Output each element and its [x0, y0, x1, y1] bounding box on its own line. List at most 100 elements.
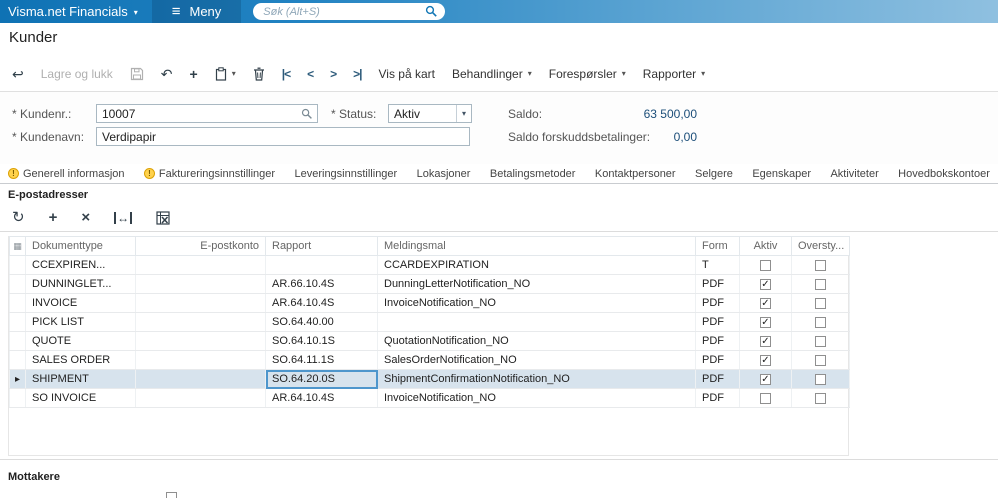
overstyr-checkbox[interactable]	[815, 392, 826, 404]
export-excel-button[interactable]	[156, 210, 170, 225]
fit-width-button[interactable]: ↔	[114, 211, 133, 224]
search-icon[interactable]	[425, 5, 438, 18]
cell-dokumenttype[interactable]: SHIPMENT	[25, 369, 136, 389]
overstyr-checkbox[interactable]	[815, 335, 826, 347]
cell-epostkonto[interactable]	[135, 255, 266, 275]
copy-paste-button[interactable]: ▾	[215, 66, 236, 81]
tab-betalingsmetoder[interactable]: Betalingsmetoder	[490, 168, 576, 180]
cell-epostkonto[interactable]	[135, 331, 266, 351]
grid-delete-button[interactable]: ×	[81, 210, 90, 225]
overstyr-checkbox[interactable]	[815, 373, 826, 385]
overstyr-checkbox[interactable]	[815, 354, 826, 366]
cell-meldingsmal[interactable]: CCARDEXPIRATION	[377, 255, 696, 275]
back-button[interactable]: ↩	[12, 67, 24, 81]
cell-form[interactable]: PDF	[695, 388, 740, 408]
brand-menu[interactable]: Visma.net Financials ▾	[8, 4, 138, 19]
aktiv-checkbox[interactable]: ✓	[760, 335, 771, 347]
cell-epostkonto[interactable]	[135, 293, 266, 313]
cell-epostkonto[interactable]	[135, 388, 266, 408]
cell-epostkonto[interactable]	[135, 274, 266, 294]
column-header-e-postkonto[interactable]: E-postkonto	[135, 236, 266, 256]
tab-lokasjoner[interactable]: Lokasjoner	[417, 168, 471, 180]
aktiv-checkbox[interactable]: ✓	[760, 316, 771, 328]
cell-meldingsmal[interactable]: DunningLetterNotification_NO	[377, 274, 696, 294]
aktiv-checkbox[interactable]: ✓	[760, 373, 771, 385]
aktiv-checkbox[interactable]: ✓	[760, 354, 771, 366]
overstyr-checkbox[interactable]	[815, 316, 826, 328]
cell-rapport[interactable]: SO.64.11.1S	[265, 350, 378, 370]
tab-faktureringsinnstillinger[interactable]: ! Faktureringsinnstillinger	[143, 168, 275, 180]
cell-form[interactable]: PDF	[695, 312, 740, 332]
cell-dokumenttype[interactable]: QUOTE	[25, 331, 136, 351]
row-selector[interactable]	[9, 388, 26, 408]
partial-checkbox[interactable]	[166, 492, 177, 498]
cell-dokumenttype[interactable]: SALES ORDER	[25, 350, 136, 370]
row-selector[interactable]	[9, 255, 26, 275]
aktiv-checkbox[interactable]	[760, 392, 771, 404]
cell-form[interactable]: PDF	[695, 369, 740, 389]
tab-hovedbokskontoer[interactable]: Hovedbokskontoer	[898, 168, 990, 180]
cell-form[interactable]: PDF	[695, 331, 740, 351]
cell-rapport[interactable]: AR.64.10.4S	[265, 388, 378, 408]
cell-dokumenttype[interactable]: PICK LIST	[25, 312, 136, 332]
column-header-dokumenttype[interactable]: Dokumenttype	[25, 236, 136, 256]
aktiv-checkbox[interactable]	[760, 259, 771, 271]
table-row[interactable]: CCEXPIREN... CCARDEXPIRATION T	[9, 255, 850, 275]
cell-meldingsmal[interactable]	[377, 312, 696, 332]
row-selector[interactable]	[9, 312, 26, 332]
tab-kontaktpersoner[interactable]: Kontaktpersoner	[595, 168, 676, 180]
add-record-button[interactable]: +	[190, 67, 198, 81]
behandlinger-menu[interactable]: Behandlinger ▾	[452, 67, 532, 81]
nav-last-button[interactable]: >|	[353, 67, 362, 81]
column-header-meldingsmal[interactable]: Meldingsmal	[377, 236, 696, 256]
foresporsler-menu[interactable]: Forespørsler ▾	[549, 67, 626, 81]
save-and-close-button[interactable]: Lagre og lukk	[41, 67, 113, 81]
cell-meldingsmal[interactable]: InvoiceNotification_NO	[377, 388, 696, 408]
cell-rapport[interactable]: AR.66.10.4S	[265, 274, 378, 294]
column-header-rapport[interactable]: Rapport	[265, 236, 378, 256]
cell-meldingsmal[interactable]: SalesOrderNotification_NO	[377, 350, 696, 370]
cell-dokumenttype[interactable]: DUNNINGLET...	[25, 274, 136, 294]
cell-form[interactable]: PDF	[695, 293, 740, 313]
nav-next-button[interactable]: >	[330, 67, 337, 81]
tab-generell-informasjon[interactable]: ! Generell informasjon	[8, 168, 125, 180]
tab-leveringsinnstillinger[interactable]: Leveringsinnstillinger	[294, 168, 397, 180]
table-row[interactable]: QUOTE SO.64.10.1S QuotationNotification_NO…	[9, 331, 850, 351]
cell-epostkonto[interactable]	[135, 369, 266, 389]
cell-epostkonto[interactable]	[135, 312, 266, 332]
delete-button[interactable]	[253, 67, 265, 81]
refresh-button[interactable]: ↻	[12, 210, 25, 225]
table-row[interactable]: INVOICE AR.64.10.4S InvoiceNotification_NO…	[9, 293, 850, 313]
search-input[interactable]	[253, 3, 446, 20]
overstyr-checkbox[interactable]	[815, 297, 826, 309]
column-header-aktiv[interactable]: Aktiv	[739, 236, 792, 256]
lookup-magnifier-icon[interactable]	[301, 108, 317, 120]
rapporter-menu[interactable]: Rapporter ▾	[643, 67, 705, 81]
overstyr-checkbox[interactable]	[815, 278, 826, 290]
cell-form[interactable]: PDF	[695, 274, 740, 294]
cell-dokumenttype[interactable]: SO INVOICE	[25, 388, 136, 408]
menu-button[interactable]: ≡ Meny	[151, 0, 242, 23]
cell-form[interactable]: T	[695, 255, 740, 275]
cell-rapport[interactable]: AR.64.10.4S	[265, 293, 378, 313]
cell-epostkonto[interactable]	[135, 350, 266, 370]
nav-first-button[interactable]: |<	[282, 67, 291, 81]
cell-rapport[interactable]: SO.64.10.1S	[265, 331, 378, 351]
nav-prev-button[interactable]: <	[307, 67, 314, 81]
cell-meldingsmal[interactable]: ShipmentConfirmationNotification_NO	[377, 369, 696, 389]
cell-rapport[interactable]	[265, 255, 378, 275]
save-button[interactable]	[130, 67, 144, 81]
status-select[interactable]: Aktiv ▾	[388, 104, 472, 123]
cell-rapport[interactable]: SO.64.40.00	[265, 312, 378, 332]
tab-egenskaper[interactable]: Egenskaper	[752, 168, 811, 180]
aktiv-checkbox[interactable]: ✓	[760, 297, 771, 309]
table-row[interactable]: DUNNINGLET... AR.66.10.4S DunningLetterNot…	[9, 274, 850, 294]
selected-row-arrow-icon[interactable]: ▸	[9, 369, 26, 389]
cell-form[interactable]: PDF	[695, 350, 740, 370]
row-selector[interactable]	[9, 293, 26, 313]
tab-selgere[interactable]: Selgere	[695, 168, 733, 180]
kundenr-input[interactable]	[97, 106, 301, 121]
table-row[interactable]: ▸ SHIPMENT SO.64.20.0S ShipmentConfirmation…	[9, 369, 850, 389]
table-row[interactable]: SALES ORDER SO.64.11.1S SalesOrderNotifica…	[9, 350, 850, 370]
column-header-oversty[interactable]: Oversty...	[791, 236, 850, 256]
